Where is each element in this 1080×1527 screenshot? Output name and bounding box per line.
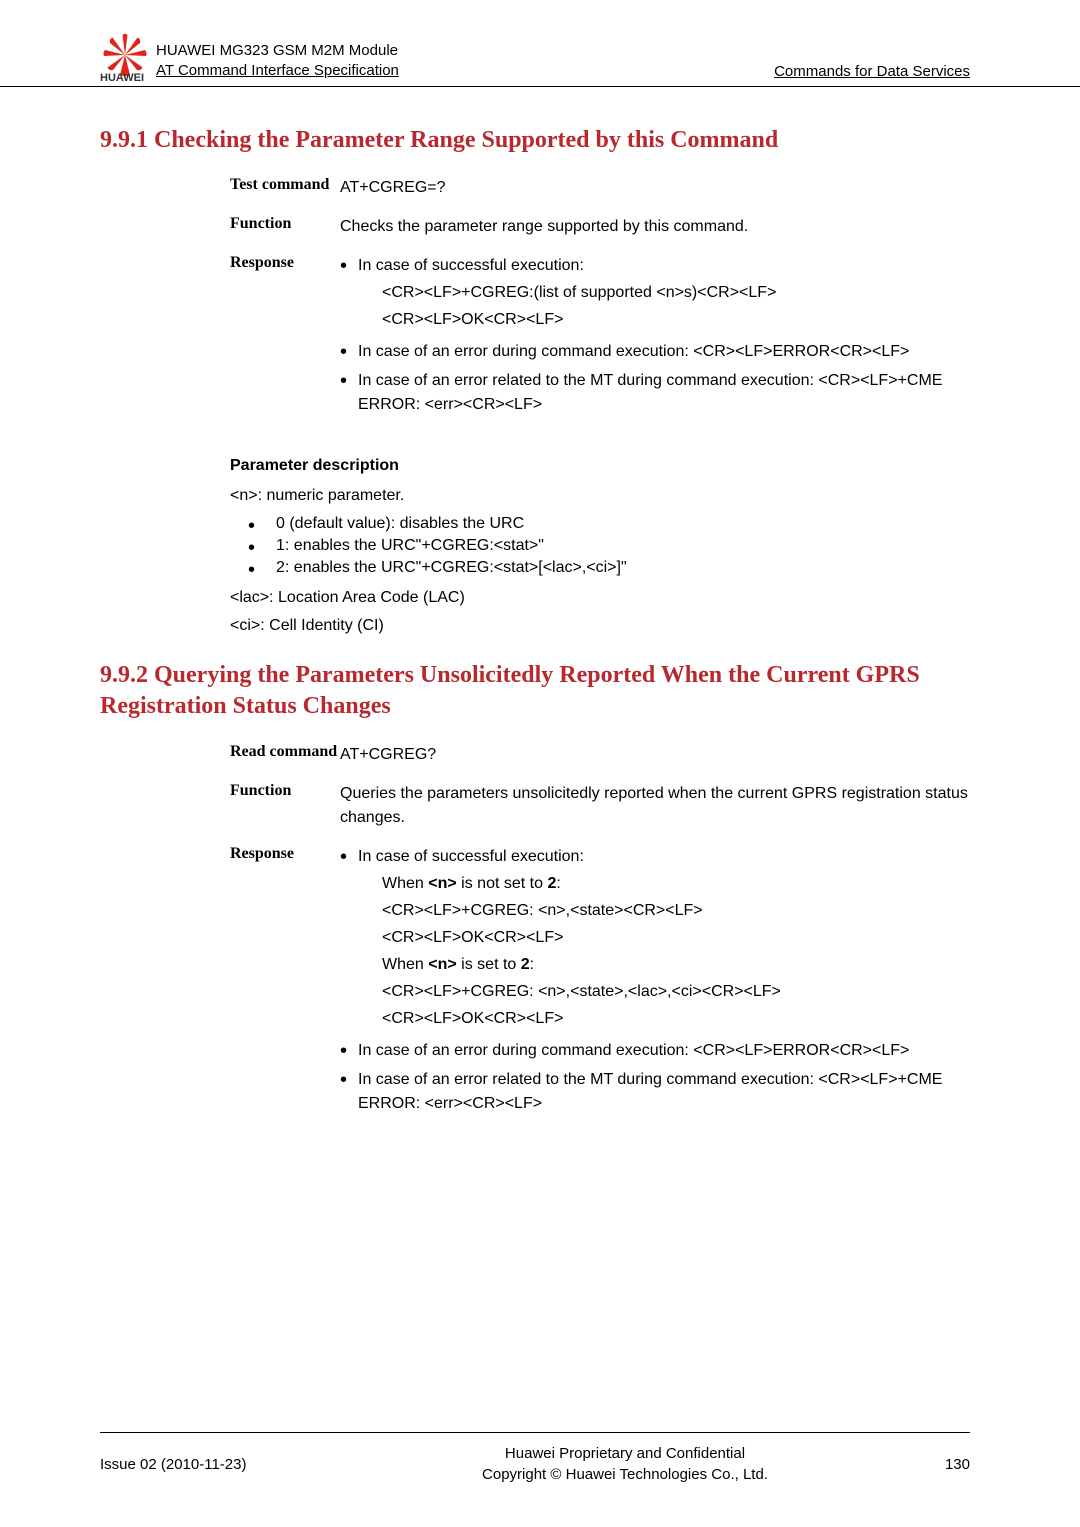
page-footer: Issue 02 (2010-11-23) Huawei Proprietary… [100,1432,970,1485]
resp2-item-3: • In case of an error related to the MT … [340,1068,970,1116]
footer-c1: Huawei Proprietary and Confidential [505,1445,745,1462]
header-line2: AT Command Interface Specification [156,61,399,81]
header-line1: HUAWEI MG323 GSM M2M Module [156,41,399,61]
param-section: Parameter description <n>: numeric param… [230,457,970,635]
read-label: Read command [230,743,340,767]
response-value-2: • In case of successful execution: When … [340,845,970,1121]
cmd-table-991: Test command AT+CGREG=? Function Checks … [230,176,970,422]
bullet-icon: • [340,1068,358,1116]
function-value: Checks the parameter range supported by … [340,215,970,239]
resp1b: <CR><LF>OK<CR><LF> [382,308,970,332]
resp2: In case of an error during command execu… [358,340,970,364]
bullet-icon: • [340,845,358,1034]
param-li-2: 2: enables the URC"+CGREG:<stat>[<lac>,<… [248,559,970,577]
param-li-0: 0 (default value): disables the URC [248,515,970,533]
function-row-2: Function Queries the parameters unsolici… [230,782,970,830]
page-content: 9.9.1 Checking the Parameter Range Suppo… [0,87,1080,1121]
read-row: Read command AT+CGREG? [230,743,970,767]
resp-item-3: • In case of an error related to the MT … [340,369,970,417]
resp2-1: In case of successful execution: [358,848,584,865]
resp2-3: In case of an error related to the MT du… [358,1068,970,1116]
function-value-2: Queries the parameters unsolicitedly rep… [340,782,970,830]
resp3: In case of an error related to the MT du… [358,369,970,417]
test-row: Test command AT+CGREG=? [230,176,970,200]
param-list: 0 (default value): disables the URC 1: e… [248,515,970,577]
function-row: Function Checks the parameter range supp… [230,215,970,239]
function-label-2: Function [230,782,340,830]
when1: When <n> is not set to 2: [382,872,970,896]
test-value: AT+CGREG=? [340,176,970,200]
page-header: HUAWEI MG323 GSM M2M Module AT Command I… [0,0,1080,87]
response-label: Response [230,254,340,422]
resp2-block1: In case of successful execution: When <n… [358,845,970,1034]
read-value: AT+CGREG? [340,743,970,767]
line1a: <CR><LF>+CGREG: <n>,<state><CR><LF> [382,899,970,923]
response-value: • In case of successful execution: <CR><… [340,254,970,422]
footer-c2: Copyright © Huawei Technologies Co., Ltd… [482,1466,768,1483]
resp1-text: In case of successful execution: <CR><LF… [358,254,970,335]
response-label-2: Response [230,845,340,1121]
resp-item-2: • In case of an error during command exe… [340,340,970,364]
param-li-1: 1: enables the URC"+CGREG:<stat>" [248,537,970,555]
footer-center: Huawei Proprietary and Confidential Copy… [340,1443,910,1485]
bullet-icon: • [340,254,358,335]
bullet-icon: • [340,340,358,364]
line2a: <CR><LF>+CGREG: <n>,<state>,<lac>,<ci><C… [382,980,970,1004]
bullet-icon: • [340,1039,358,1063]
resp2-2: In case of an error during command execu… [358,1039,970,1063]
header-right: Commands for Data Services [774,63,970,80]
resp2-item-1: • In case of successful execution: When … [340,845,970,1034]
bullet-icon: • [340,369,358,417]
response-row-2: Response • In case of successful executi… [230,845,970,1121]
resp-item-1: • In case of successful execution: <CR><… [340,254,970,335]
header-title-block: HUAWEI MG323 GSM M2M Module AT Command I… [156,41,399,80]
param-lac: <lac>: Location Area Code (LAC) [230,589,970,607]
line2b: <CR><LF>OK<CR><LF> [382,1007,970,1031]
param-ci: <ci>: Cell Identity (CI) [230,617,970,635]
resp1: In case of successful execution: [358,257,584,274]
footer-right: 130 [910,1456,970,1473]
response-row: Response • In case of successful executi… [230,254,970,422]
section-992-title: 9.9.2 Querying the Parameters Unsolicite… [100,660,970,722]
footer-left: Issue 02 (2010-11-23) [100,1456,340,1473]
section-991-title: 9.9.1 Checking the Parameter Range Suppo… [100,125,970,156]
resp2-item-2: • In case of an error during command exe… [340,1039,970,1063]
test-label: Test command [230,176,340,200]
function-label: Function [230,215,340,239]
resp1a: <CR><LF>+CGREG:(list of supported <n>s)<… [382,281,970,305]
param-n: <n>: numeric parameter. [230,487,970,505]
line1b: <CR><LF>OK<CR><LF> [382,926,970,950]
param-title: Parameter description [230,457,970,475]
when2: When <n> is set to 2: [382,953,970,977]
cmd-table-992: Read command AT+CGREG? Function Queries … [230,743,970,1121]
huawei-brand-label: HUAWEI [100,72,144,84]
